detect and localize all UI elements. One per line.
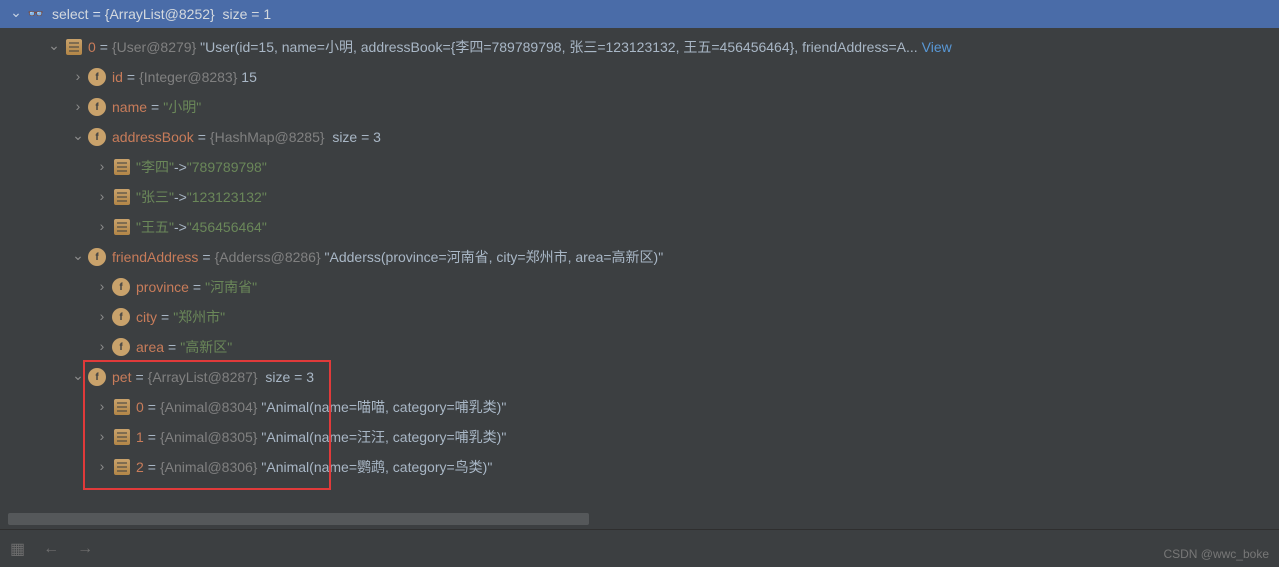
element-icon — [66, 39, 82, 55]
tree-node-addressbook[interactable]: f addressBook = {HashMap@8285} size = 3 — [0, 122, 1279, 152]
element-icon — [114, 219, 130, 235]
scroll-thumb[interactable] — [8, 513, 589, 525]
field-icon: f — [88, 128, 106, 146]
chevron-right-icon[interactable] — [94, 159, 110, 175]
map-entry[interactable]: "李四" -> "789789798" — [0, 152, 1279, 182]
chevron-down-icon[interactable] — [70, 369, 86, 386]
field-icon: f — [88, 68, 106, 86]
map-entry[interactable]: "王五" -> "456456464" — [0, 212, 1279, 242]
list-item[interactable]: 0 = {Animal@8304} "Animal(name=喵喵, categ… — [0, 392, 1279, 422]
field-icon: f — [88, 248, 106, 266]
tree-node-city[interactable]: f city = "郑州市" — [0, 302, 1279, 332]
footer-toolbar: ▦ ← → — [0, 529, 1279, 567]
watermark: CSDN @wwc_boke — [1163, 547, 1269, 561]
tree-node-user[interactable]: 0 = {User@8279} "User(id=15, name=小明, ad… — [0, 32, 1279, 62]
chevron-right-icon[interactable] — [70, 69, 86, 85]
list-item[interactable]: 1 = {Animal@8305} "Animal(name=汪汪, categ… — [0, 422, 1279, 452]
nav-forward-icon[interactable]: → — [77, 540, 93, 558]
horizontal-scrollbar[interactable] — [8, 513, 1271, 525]
chevron-down-icon[interactable] — [70, 249, 86, 266]
chevron-down-icon[interactable] — [46, 39, 62, 56]
view-link[interactable]: View — [922, 39, 952, 55]
chevron-right-icon[interactable] — [94, 339, 110, 355]
list-item[interactable]: 2 = {Animal@8306} "Animal(name=鹦鹉, categ… — [0, 452, 1279, 482]
element-icon — [114, 459, 130, 475]
expand-arrow[interactable] — [8, 6, 24, 23]
field-icon: f — [112, 308, 130, 326]
tree-node-id[interactable]: f id = {Integer@8283} 15 — [0, 62, 1279, 92]
tree-node-name[interactable]: f name = "小明" — [0, 92, 1279, 122]
chevron-right-icon[interactable] — [94, 219, 110, 235]
nav-back-icon[interactable]: ← — [43, 540, 59, 558]
map-entry[interactable]: "张三" -> "123123132" — [0, 182, 1279, 212]
chevron-right-icon[interactable] — [94, 399, 110, 415]
tree-node-pet[interactable]: f pet = {ArrayList@8287} size = 3 — [0, 362, 1279, 392]
element-icon — [114, 189, 130, 205]
chevron-right-icon[interactable] — [70, 99, 86, 115]
chevron-right-icon[interactable] — [94, 279, 110, 295]
size-label: size = 1 — [223, 6, 272, 22]
chevron-right-icon[interactable] — [94, 189, 110, 205]
element-icon — [114, 399, 130, 415]
watch-icon: 👓 — [26, 5, 46, 23]
tree-node-area[interactable]: f area = "高新区" — [0, 332, 1279, 362]
tree-content: 0 = {User@8279} "User(id=15, name=小明, ad… — [0, 28, 1279, 486]
chevron-right-icon[interactable] — [94, 429, 110, 445]
stack-icon[interactable]: ▦ — [10, 539, 25, 559]
var-type: {ArrayList@8252} — [105, 6, 215, 22]
chevron-right-icon[interactable] — [94, 459, 110, 475]
chevron-down-icon[interactable] — [70, 129, 86, 146]
field-icon: f — [112, 278, 130, 296]
selected-variable-row[interactable]: 👓 select = {ArrayList@8252} size = 1 — [0, 0, 1279, 28]
chevron-right-icon[interactable] — [94, 309, 110, 325]
tree-node-friendaddress[interactable]: f friendAddress = {Adderss@8286} "Adders… — [0, 242, 1279, 272]
field-icon: f — [88, 368, 106, 386]
element-icon — [114, 159, 130, 175]
field-icon: f — [88, 98, 106, 116]
tree-node-province[interactable]: f province = "河南省" — [0, 272, 1279, 302]
element-icon — [114, 429, 130, 445]
field-icon: f — [112, 338, 130, 356]
var-name: select — [52, 6, 89, 22]
